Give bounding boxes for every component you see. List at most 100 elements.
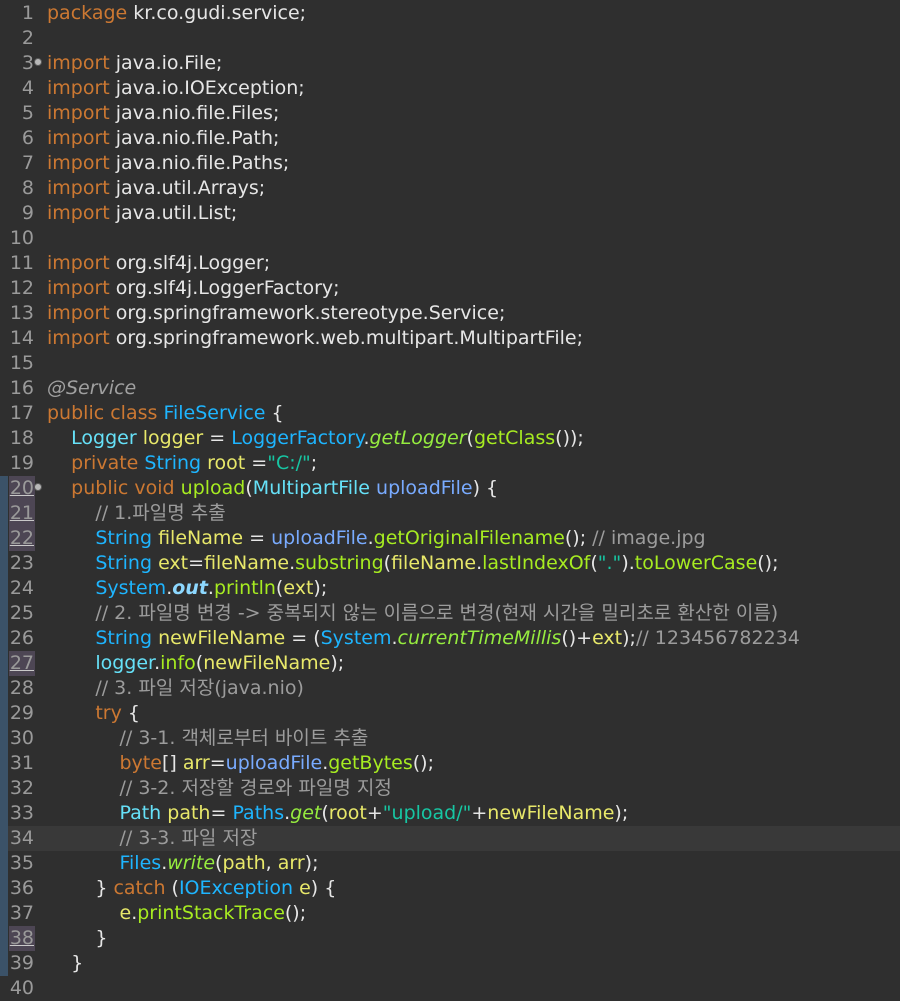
code-line[interactable]: 19 private String root ="C:/"; <box>0 451 900 476</box>
code-token: write <box>167 852 216 874</box>
code-token: import <box>47 152 110 174</box>
code-line[interactable]: 24 System.out.println(ext); <box>0 576 900 601</box>
code-text[interactable]: e.printStackTrace(); <box>47 901 306 926</box>
code-token: ); <box>622 627 636 649</box>
code-line[interactable]: 1 package kr.co.gudi.service; <box>0 1 900 26</box>
code-line[interactable]: 5 import java.nio.file.Files; <box>0 101 900 126</box>
code-text[interactable]: // 2. 파일명 변경 -> 중복되지 않는 이름으로 변경(현재 시간을 밀… <box>47 601 778 626</box>
code-text[interactable]: import java.nio.file.Paths; <box>47 151 289 176</box>
code-line[interactable]: 17 public class FileService { <box>0 401 900 426</box>
code-text[interactable]: } <box>47 951 83 976</box>
code-line[interactable]: 29 try { <box>0 701 900 726</box>
code-line[interactable]: 22 String fileName = uploadFile.getOrigi… <box>0 526 900 551</box>
code-line[interactable]: 25 // 2. 파일명 변경 -> 중복되지 않는 이름으로 변경(현재 시간… <box>0 601 900 626</box>
code-line[interactable]: 7 import java.nio.file.Paths; <box>0 151 900 176</box>
code-token: info <box>160 652 196 674</box>
code-text[interactable]: package kr.co.gudi.service; <box>47 1 306 26</box>
code-editor[interactable]: 1 package kr.co.gudi.service; 2 3 import jav… <box>0 0 900 999</box>
code-token: = <box>210 802 233 824</box>
code-text[interactable]: @Service <box>47 376 136 401</box>
code-line[interactable]: 14 import org.springframework.web.multipa… <box>0 326 900 351</box>
code-token: ext <box>283 577 314 599</box>
code-text[interactable]: public void upload(MultipartFile uploadF… <box>47 476 498 501</box>
code-text[interactable]: import org.springframework.stereotype.Se… <box>47 301 505 326</box>
code-text[interactable]: byte[] arr=uploadFile.getBytes(); <box>47 751 434 776</box>
code-text[interactable]: import org.slf4j.Logger; <box>47 251 270 276</box>
code-line[interactable]: 16 @Service <box>0 376 900 401</box>
code-line[interactable]: 21 // 1.파일명 추출 <box>0 501 900 526</box>
code-text[interactable]: import java.io.File; <box>47 51 222 76</box>
code-token: newFileName <box>487 802 615 824</box>
code-line[interactable]: 23 String ext=fileName.substring(fileNam… <box>0 551 900 576</box>
code-line[interactable]: 36 } catch (IOException e) { <box>0 876 900 901</box>
code-text[interactable]: } <box>47 926 107 951</box>
code-token: kr.co.gudi.service; <box>127 2 307 24</box>
code-text[interactable]: try { <box>47 701 140 726</box>
code-text[interactable]: Logger logger = LoggerFactory.getLogger(… <box>47 426 584 451</box>
code-text[interactable]: import java.nio.file.Path; <box>47 126 279 151</box>
code-line[interactable]: 13 import org.springframework.stereotype.… <box>0 301 900 326</box>
code-text[interactable]: // 3-1. 객체로부터 바이트 추출 <box>47 726 368 751</box>
code-text[interactable]: System.out.println(ext); <box>47 576 327 601</box>
code-text[interactable]: } catch (IOException e) { <box>47 876 336 901</box>
code-text[interactable]: String fileName = uploadFile.getOriginal… <box>47 526 705 551</box>
code-text[interactable]: import java.util.Arrays; <box>47 176 265 201</box>
code-line[interactable]: 39 } <box>0 951 900 976</box>
code-text[interactable]: Files.write(path, arr); <box>47 851 318 876</box>
code-token: = <box>203 427 232 449</box>
code-line[interactable]: 11 import org.slf4j.Logger; <box>0 251 900 276</box>
code-line[interactable]: 38 } <box>0 926 900 951</box>
code-token: MultipartFile <box>252 477 370 499</box>
code-line[interactable]: 2 <box>0 26 900 51</box>
code-line[interactable]: 6 import java.nio.file.Path; <box>0 126 900 151</box>
code-text[interactable]: // 3-3. 파일 저장 <box>47 826 257 851</box>
code-line[interactable]: 3 import java.io.File; <box>0 51 900 76</box>
code-text[interactable]: import java.nio.file.Files; <box>47 101 279 126</box>
code-line[interactable]: 35 Files.write(path, arr); <box>0 851 900 876</box>
code-line[interactable]: 10 <box>0 226 900 251</box>
code-line[interactable]: 32 // 3-2. 저장할 경로와 파일명 지정 <box>0 776 900 801</box>
code-text[interactable]: // 3. 파일 저장(java.nio) <box>47 676 304 701</box>
code-text[interactable]: // 1.파일명 추출 <box>47 501 225 526</box>
code-text[interactable]: String newFileName = (System.currentTime… <box>47 626 800 651</box>
code-text[interactable]: logger.info(newFileName); <box>47 651 344 676</box>
code-line[interactable]: 28 // 3. 파일 저장(java.nio) <box>0 676 900 701</box>
code-line[interactable]: 27 logger.info(newFileName); <box>0 651 900 676</box>
code-line[interactable]: 8 import java.util.Arrays; <box>0 176 900 201</box>
code-text[interactable]: Path path= Paths.get(root+"upload/"+newF… <box>47 801 628 826</box>
code-text[interactable]: import org.springframework.web.multipart… <box>47 326 583 351</box>
code-line[interactable]: 37 e.printStackTrace(); <box>0 901 900 926</box>
code-line[interactable]: 12 import org.slf4j.LoggerFactory; <box>0 276 900 301</box>
code-token: import <box>47 77 110 99</box>
code-token: java.io.File; <box>109 52 223 74</box>
code-text[interactable]: // 3-2. 저장할 경로와 파일명 지정 <box>47 776 391 801</box>
code-text[interactable]: private String root ="C:/"; <box>47 451 317 476</box>
code-line[interactable]: 26 String newFileName = (System.currentT… <box>0 626 900 651</box>
code-line[interactable]: 9 import java.util.List; <box>0 201 900 226</box>
code-line[interactable]: 33 Path path= Paths.get(root+"upload/"+n… <box>0 801 900 826</box>
code-text[interactable]: import java.io.IOException; <box>47 76 305 101</box>
code-line[interactable]: 31 byte[] arr=uploadFile.getBytes(); <box>0 751 900 776</box>
code-line[interactable]: 4 import java.io.IOException; <box>0 76 900 101</box>
code-token: arr <box>277 852 305 874</box>
code-line[interactable]: 15 <box>0 351 900 376</box>
code-line[interactable]: 40 <box>0 976 900 1001</box>
code-text[interactable]: public class FileService { <box>47 401 284 426</box>
fold-toggle-icon[interactable] <box>34 483 42 491</box>
code-text[interactable]: import org.slf4j.LoggerFactory; <box>47 276 340 301</box>
code-text[interactable]: String ext=fileName.substring(fileName.l… <box>47 551 778 576</box>
code-token: // 3-1. 객체로부터 바이트 추출 <box>119 727 369 749</box>
code-token: fileName <box>158 527 244 549</box>
code-token: ) { <box>310 877 337 899</box>
code-line[interactable]: 34 // 3-3. 파일 저장 <box>0 826 900 851</box>
code-token: println <box>213 577 276 599</box>
code-token: getBytes <box>328 752 413 774</box>
fold-toggle-icon[interactable] <box>34 58 42 66</box>
change-indicator <box>0 501 8 526</box>
code-line[interactable]: 20 public void upload(MultipartFile uplo… <box>0 476 900 501</box>
code-line[interactable]: 30 // 3-1. 객체로부터 바이트 추출 <box>0 726 900 751</box>
line-number: 34 <box>9 827 34 849</box>
code-text[interactable]: import java.util.List; <box>47 201 237 226</box>
code-line[interactable]: 18 Logger logger = LoggerFactory.getLogg… <box>0 426 900 451</box>
